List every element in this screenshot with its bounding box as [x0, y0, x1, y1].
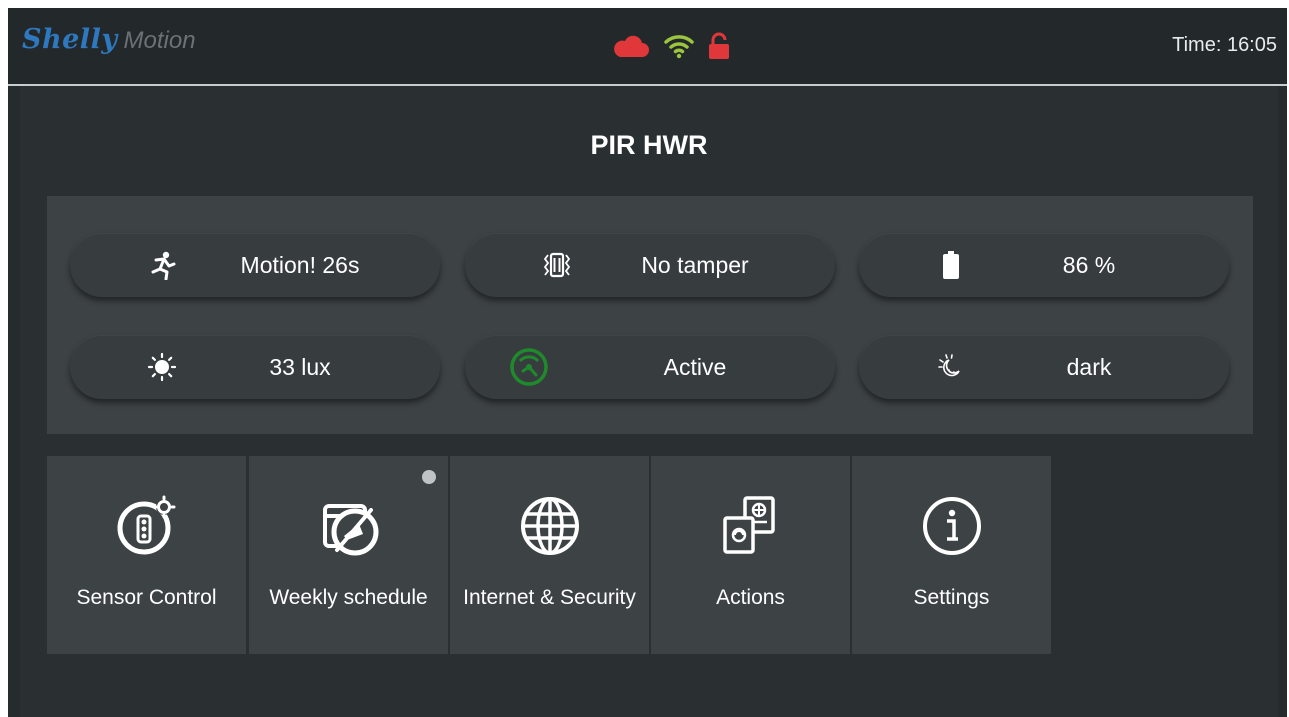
weekly-schedule-icon — [249, 494, 448, 558]
actions-tile[interactable]: Actions — [651, 456, 850, 654]
battery-status[interactable]: 86 % — [859, 233, 1229, 297]
tamper-icon — [537, 245, 577, 285]
sensor-control-icon — [47, 494, 246, 558]
info-icon — [852, 494, 1051, 558]
sensor-control-label: Sensor Control — [76, 586, 217, 609]
indicator-dot — [422, 470, 436, 484]
battery-icon — [931, 245, 971, 285]
running-person-icon — [142, 245, 182, 285]
app-frame: Shelly Motion Time: 16:05 PIR HWR Motion… — [8, 8, 1287, 717]
actions-icon — [651, 494, 850, 558]
top-bar: Shelly Motion Time: 16:05 — [8, 8, 1287, 86]
actions-label: Actions — [716, 586, 785, 609]
darkness-label: dark — [1066, 354, 1112, 380]
page-title: PIR HWR — [590, 130, 708, 160]
battery-label: 86 % — [1062, 252, 1116, 278]
internet-security-tile[interactable]: Internet & Security — [450, 456, 649, 654]
tamper-label: No tamper — [641, 252, 749, 278]
settings-label: Settings — [913, 586, 990, 609]
globe-icon — [450, 494, 649, 558]
shelly-logo: Shelly Motion — [22, 24, 196, 64]
lux-status[interactable]: 33 lux — [70, 335, 440, 399]
internet-security-label: Internet & Security — [463, 586, 636, 609]
sensor-control-tile[interactable]: Sensor Control — [47, 456, 246, 654]
lux-label: 33 lux — [269, 354, 331, 380]
logo-brand: Shelly — [22, 24, 118, 55]
logo-product: Motion — [123, 27, 196, 54]
connection-status — [612, 28, 730, 64]
wifi-icon — [664, 33, 694, 59]
sensor-active-status[interactable]: Active — [465, 335, 835, 399]
status-panel: Motion! 26s No tamper 86 % 33 lux Active… — [47, 196, 1253, 434]
settings-tile[interactable]: Settings — [852, 456, 1051, 654]
dark-mode-icon — [931, 347, 971, 387]
unlocked-icon — [708, 32, 730, 60]
tamper-status[interactable]: No tamper — [465, 233, 835, 297]
darkness-status[interactable]: dark — [859, 335, 1229, 399]
motion-label: Motion! 26s — [240, 252, 360, 278]
sensor-active-icon — [509, 347, 549, 387]
weekly-schedule-label: Weekly schedule — [269, 586, 428, 609]
sensor-active-label: Active — [663, 354, 727, 380]
main-content: PIR HWR Motion! 26s No tamper 86 % 33 lu… — [20, 86, 1278, 717]
motion-status[interactable]: Motion! 26s — [70, 233, 440, 297]
weekly-schedule-tile[interactable]: Weekly schedule — [249, 456, 448, 654]
sun-icon — [142, 347, 182, 387]
cloud-icon — [612, 33, 650, 59]
time-display: Time: 16:05 — [1172, 34, 1277, 56]
